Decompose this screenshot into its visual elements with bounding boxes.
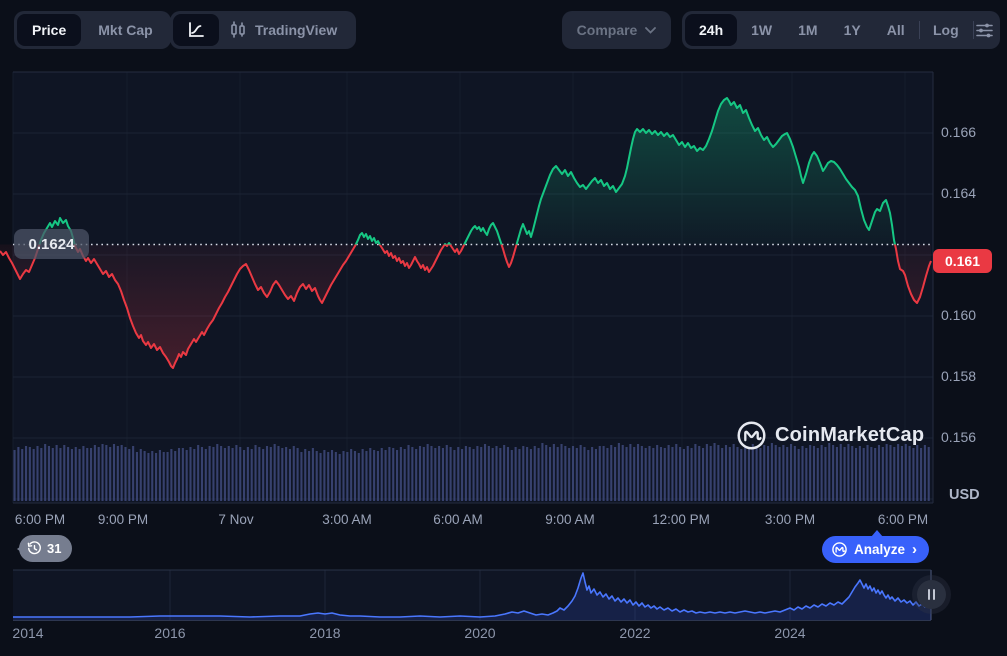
compare-button[interactable]: Compare (562, 11, 671, 49)
x-axis-label: 3:00 AM (322, 512, 372, 527)
y-axis-label: 0.156 (941, 429, 976, 445)
watermark-text: CoinMarketCap (775, 424, 924, 447)
nav-year-label: 2022 (619, 625, 650, 641)
tradingview-label: TradingView (255, 22, 337, 38)
nav-year-label: 2014 (12, 625, 43, 641)
y-axis-label: 0.164 (941, 185, 976, 201)
range-24h[interactable]: 24h (685, 14, 737, 46)
x-axis-label: 6:00 PM (878, 512, 928, 527)
line-chart-button[interactable] (173, 14, 219, 46)
x-axis-label: 12:00 PM (652, 512, 710, 527)
x-axis-label: 9:00 AM (545, 512, 595, 527)
y-axis-label: 0.158 (941, 368, 976, 384)
x-axis-label: 6:00 AM (433, 512, 483, 527)
compare-label: Compare (577, 22, 638, 38)
analyze-cmc-icon (831, 541, 848, 558)
y-axis-label: 0.166 (941, 124, 976, 140)
price-mktcap-toggle: Price Mkt Cap (14, 11, 171, 49)
nav-year-label: 2024 (774, 625, 805, 641)
nav-year-label: 2016 (154, 625, 185, 641)
analyze-label: Analyze (854, 542, 905, 557)
chevron-down-icon (645, 27, 656, 34)
history-count: 31 (47, 541, 61, 556)
clock-history-icon (27, 541, 42, 556)
chart-type-toggle: TradingView (170, 11, 356, 49)
history-annotations-badge[interactable]: 31 (19, 535, 72, 562)
current-price-badge: 0.161 (933, 249, 992, 273)
range-all[interactable]: All (875, 14, 917, 46)
candlestick-icon (229, 21, 247, 39)
range-1y[interactable]: 1Y (832, 14, 873, 46)
crypto-chart-widget: Price Mkt Cap TradingView Compare 24h 1W… (0, 0, 1007, 656)
chevron-right-icon: › (912, 541, 917, 558)
y-axis-label: 0.160 (941, 307, 976, 323)
time-range-group: 24h 1W 1M 1Y All Log (682, 11, 1000, 49)
x-axis-label: 3:00 PM (765, 512, 815, 527)
nav-year-label: 2020 (464, 625, 495, 641)
x-axis-label: 9:00 PM (98, 512, 148, 527)
chart-settings-button[interactable] (975, 14, 994, 46)
sliders-icon (975, 22, 994, 39)
tradingview-button[interactable]: TradingView (221, 21, 353, 39)
x-axis-label: 7 Nov (218, 512, 253, 527)
line-chart-icon (187, 21, 205, 39)
coinmarketcap-watermark: CoinMarketCap (736, 420, 924, 451)
log-scale-button[interactable]: Log (921, 14, 971, 46)
price-tab[interactable]: Price (17, 14, 81, 46)
nav-year-label: 2018 (309, 625, 340, 641)
y-axis-unit: USD (949, 487, 980, 503)
coinmarketcap-logo-icon (736, 420, 767, 451)
x-axis-label: 6:00 PM (15, 512, 65, 527)
mktcap-tab[interactable]: Mkt Cap (83, 14, 167, 46)
range-1m[interactable]: 1M (786, 14, 829, 46)
navigator-resize-handle[interactable] (917, 580, 946, 609)
analyze-button[interactable]: Analyze › (822, 536, 929, 563)
baseline-price-tag: 0.1624 (14, 229, 89, 259)
range-1w[interactable]: 1W (739, 14, 784, 46)
